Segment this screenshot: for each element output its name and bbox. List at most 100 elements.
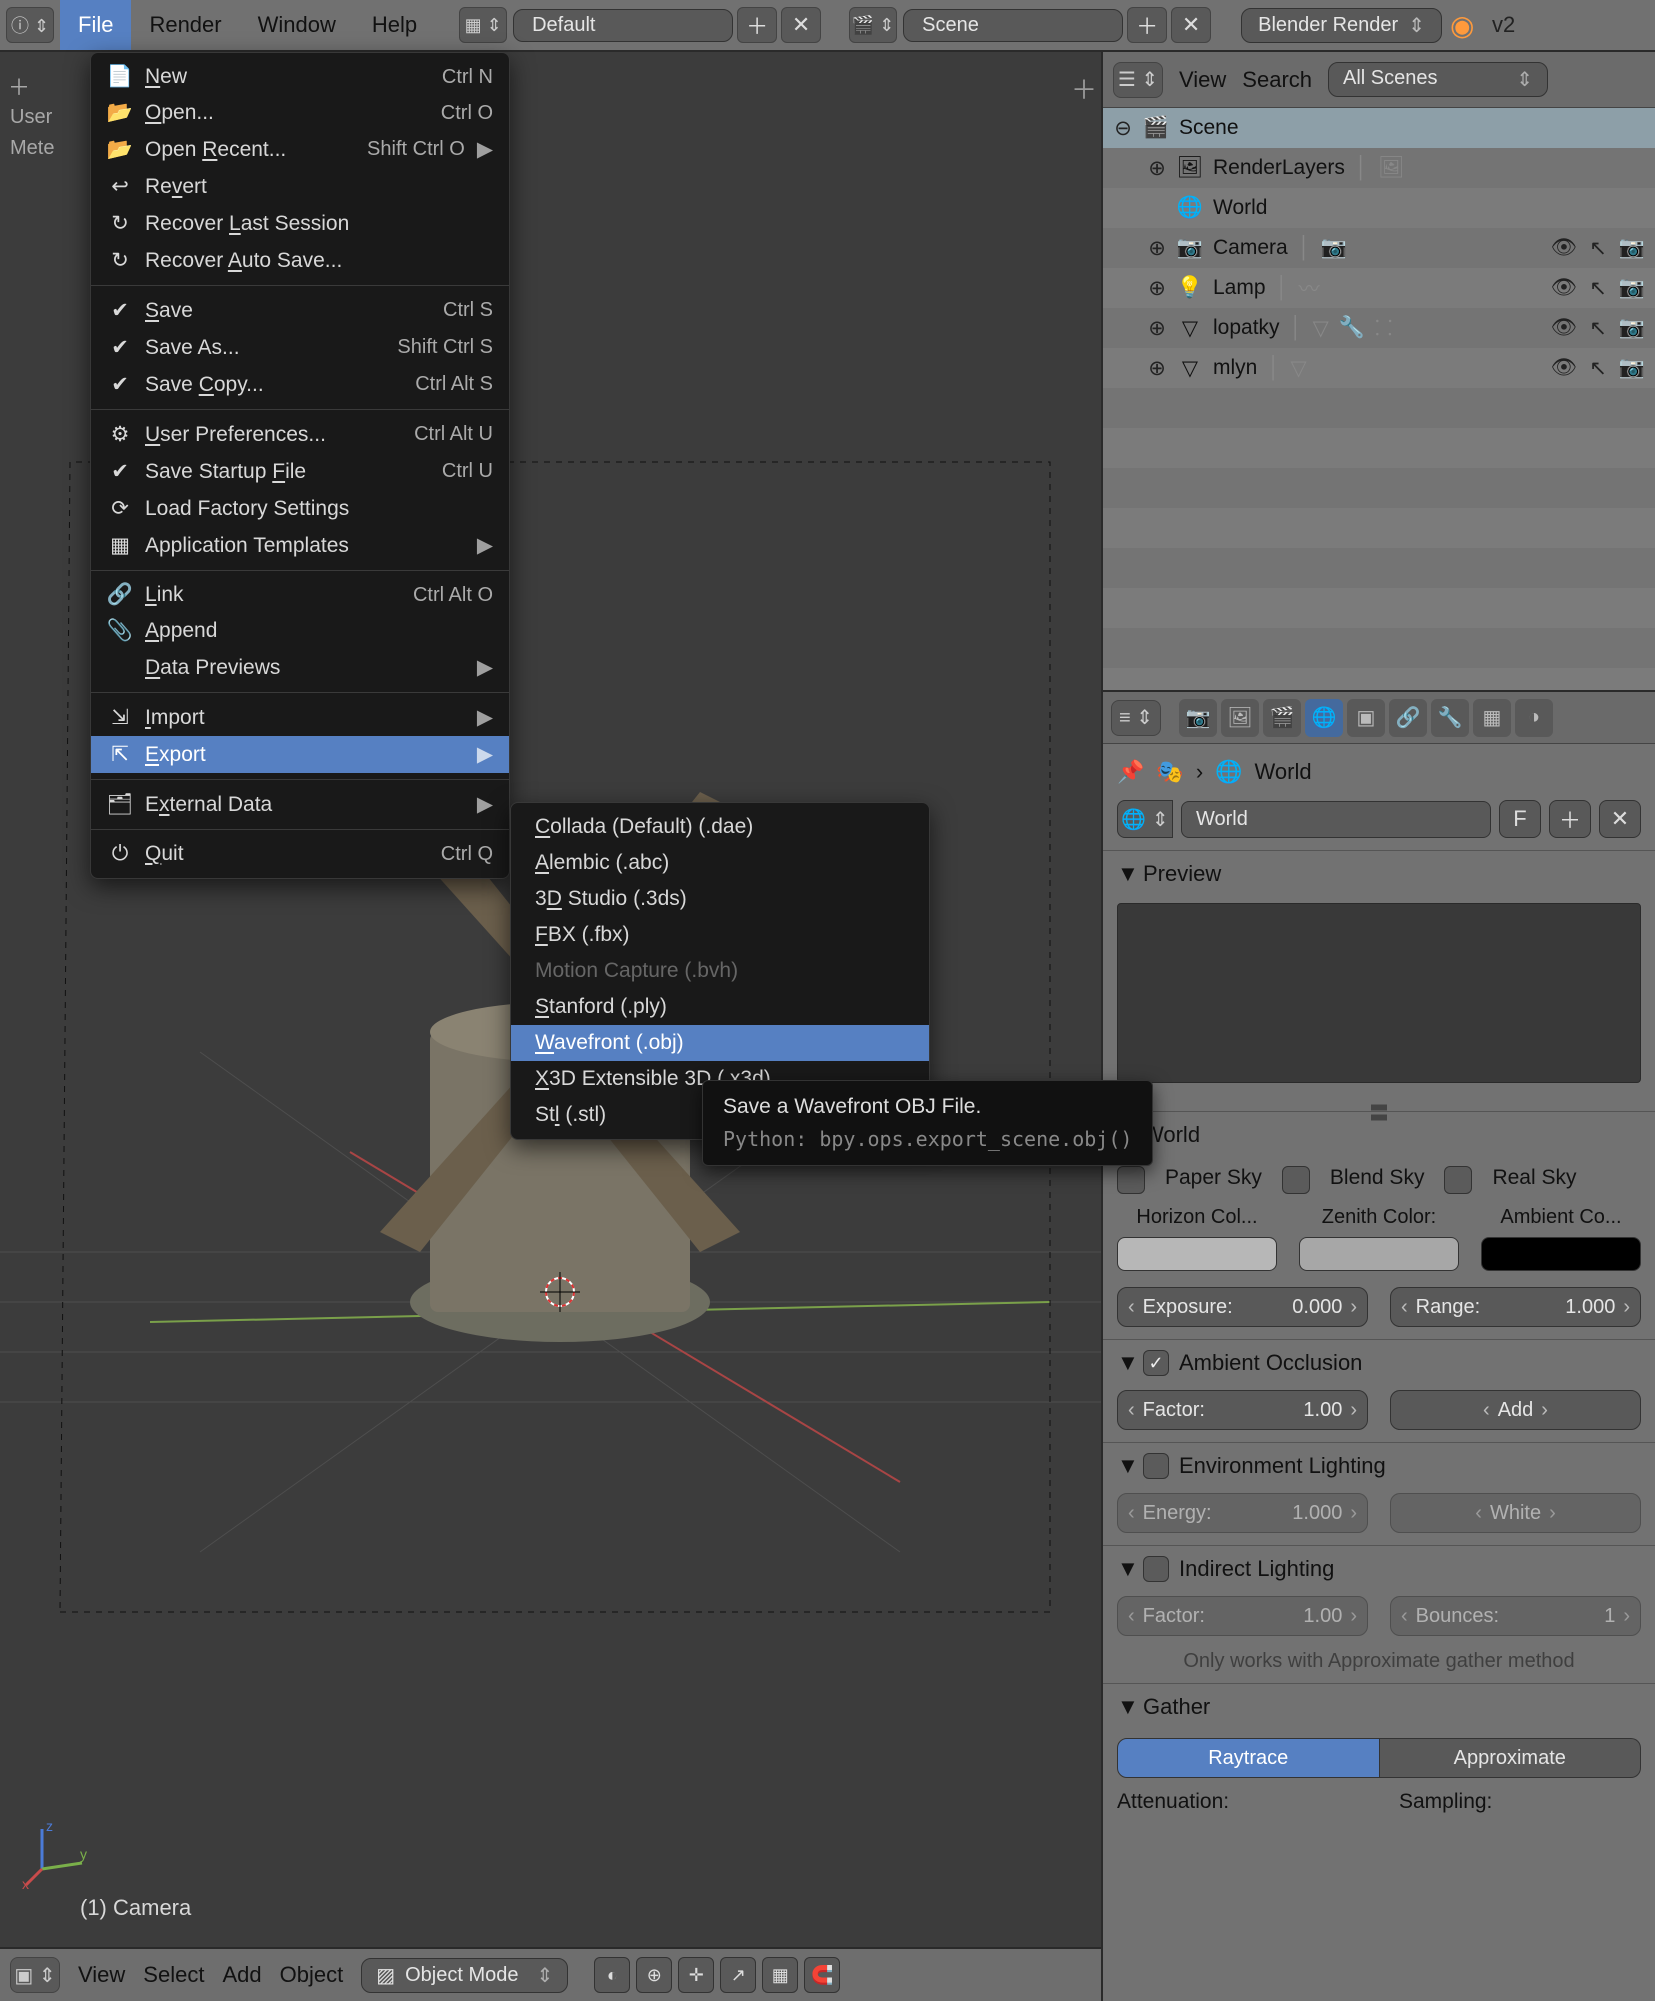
- info-header-icon[interactable]: ⓘ ⇕: [6, 7, 54, 43]
- file-menu-item[interactable]: 📂Open Recent...Shift Ctrl O▶: [91, 131, 509, 168]
- tab-render-layers-icon[interactable]: 🖼: [1221, 699, 1259, 737]
- tab-scene-icon[interactable]: 🎬: [1263, 699, 1301, 737]
- disclosure-icon[interactable]: ⊕: [1147, 236, 1167, 261]
- layout-add-button[interactable]: ＋: [737, 7, 777, 43]
- eye-icon[interactable]: 👁: [1551, 316, 1578, 341]
- scene-browse-icon[interactable]: 🎬 ⇕: [849, 7, 897, 43]
- render-toggle-icon[interactable]: 📷: [1619, 316, 1645, 341]
- eye-icon[interactable]: 👁: [1551, 276, 1578, 301]
- footer-menu-select[interactable]: Select: [143, 1962, 204, 1988]
- file-menu-item[interactable]: ↻Recover Last Session: [91, 205, 509, 242]
- outliner-row[interactable]: ⊕📷Camera │ 📷👁↖📷: [1103, 228, 1655, 268]
- manipulator-icon[interactable]: ↗: [720, 1957, 756, 1993]
- fake-user-button[interactable]: F: [1499, 800, 1541, 838]
- horizon-color-swatch[interactable]: [1117, 1237, 1277, 1271]
- shading-solid-icon[interactable]: ◐: [594, 1957, 630, 1993]
- disclosure-icon[interactable]: ⊖: [1113, 116, 1133, 141]
- world-add-button[interactable]: ＋: [1549, 800, 1591, 838]
- scene-name[interactable]: Scene: [903, 9, 1123, 42]
- pivot-icon[interactable]: ⊕: [636, 1957, 672, 1993]
- exposure-field[interactable]: Exposure:0.000: [1117, 1287, 1368, 1327]
- outliner-row[interactable]: ⊕💡Lamp │ 〰👁↖📷: [1103, 268, 1655, 308]
- file-menu-item[interactable]: ↩Revert: [91, 168, 509, 205]
- env-energy-field[interactable]: Energy:1.000: [1117, 1493, 1368, 1533]
- layout-browse-icon[interactable]: ▦ ⇕: [459, 7, 507, 43]
- outliner-row[interactable]: ⊕▽lopatky │ ▽ 🔧 ⸬👁↖📷: [1103, 308, 1655, 348]
- cursor-select-icon[interactable]: ↖: [1589, 236, 1607, 261]
- file-menu-item[interactable]: 📄NewCtrl N: [91, 59, 509, 95]
- file-menu-item[interactable]: ⇱Export▶: [91, 736, 509, 773]
- panel-preview-header[interactable]: ▼Preview: [1103, 851, 1655, 897]
- disclosure-icon[interactable]: ⊕: [1147, 156, 1167, 181]
- file-menu-item[interactable]: 🗂External Data▶: [91, 786, 509, 823]
- env-enable-checkbox[interactable]: [1143, 1453, 1169, 1479]
- file-menu-item[interactable]: 🔗LinkCtrl Alt O: [91, 577, 509, 613]
- tab-mete[interactable]: Mete: [0, 133, 64, 164]
- menu-help[interactable]: Help: [354, 0, 435, 50]
- ao-enable-checkbox[interactable]: ✓: [1143, 1350, 1169, 1376]
- viewport-add-region-icon[interactable]: ＋: [1071, 70, 1097, 107]
- outliner-view-menu[interactable]: View: [1179, 67, 1226, 93]
- tab-user[interactable]: User: [0, 102, 64, 133]
- footer-menu-object[interactable]: Object: [280, 1962, 344, 1988]
- ao-mode-dropdown[interactable]: Add: [1390, 1390, 1641, 1430]
- paper-sky-checkbox[interactable]: [1117, 1166, 1145, 1194]
- cursor-select-icon[interactable]: ↖: [1589, 276, 1607, 301]
- gather-raytrace-button[interactable]: Raytrace: [1117, 1738, 1380, 1778]
- ambient-color-swatch[interactable]: [1481, 1237, 1641, 1271]
- file-menu-item[interactable]: 📎Append: [91, 613, 509, 649]
- export-menu-item[interactable]: Wavefront (.obj): [511, 1025, 929, 1061]
- menu-render[interactable]: Render: [131, 0, 239, 50]
- indirect-factor-field[interactable]: Factor:1.00: [1117, 1596, 1368, 1636]
- eye-icon[interactable]: 👁: [1551, 236, 1578, 261]
- export-menu-item[interactable]: FBX (.fbx): [511, 917, 929, 953]
- ao-factor-field[interactable]: Factor:1.00: [1117, 1390, 1368, 1430]
- render-toggle-icon[interactable]: 📷: [1619, 356, 1645, 381]
- file-menu-item[interactable]: ⚙User Preferences...Ctrl Alt U: [91, 416, 509, 453]
- tab-object-icon[interactable]: ▣: [1347, 699, 1385, 737]
- outliner-search-menu[interactable]: Search: [1242, 67, 1312, 93]
- outliner-row[interactable]: ⊕🖼RenderLayers │ 🖼: [1103, 148, 1655, 188]
- mode-dropdown[interactable]: ▨ Object Mode: [361, 1958, 568, 1993]
- indirect-bounces-field[interactable]: Bounces:1: [1390, 1596, 1641, 1636]
- disclosure-icon[interactable]: ⊕: [1147, 356, 1167, 381]
- outliner-editor-icon[interactable]: ☰ ⇕: [1113, 62, 1163, 98]
- file-menu-item[interactable]: ▦Application Templates▶: [91, 527, 509, 564]
- file-menu-item[interactable]: 📂Open...Ctrl O: [91, 95, 509, 131]
- file-menu-item[interactable]: Data Previews▶: [91, 649, 509, 686]
- export-menu-item[interactable]: Collada (Default) (.dae): [511, 809, 929, 845]
- export-menu-item[interactable]: 3D Studio (.3ds): [511, 881, 929, 917]
- blend-sky-checkbox[interactable]: [1282, 1166, 1310, 1194]
- tab-constraints-icon[interactable]: 🔗: [1389, 699, 1427, 737]
- properties-editor-icon[interactable]: ≡ ⇕: [1111, 700, 1161, 736]
- file-menu-item[interactable]: ⏻QuitCtrl Q: [91, 836, 509, 872]
- world-name-field[interactable]: World: [1181, 801, 1491, 838]
- render-toggle-icon[interactable]: 📷: [1619, 236, 1645, 261]
- tab-data-icon[interactable]: ▦: [1473, 699, 1511, 737]
- outliner-tree[interactable]: ⊖🎬Scene ⊕🖼RenderLayers │ 🖼🌐World ⊕📷Camer…: [1103, 108, 1655, 690]
- snap-icon[interactable]: 🧲: [804, 1957, 840, 1993]
- scene-delete-button[interactable]: ✕: [1171, 7, 1211, 43]
- panel-world-header[interactable]: ▼World: [1103, 1112, 1655, 1158]
- outliner-row[interactable]: ⊕▽mlyn │ ▽👁↖📷: [1103, 348, 1655, 388]
- layers-icon[interactable]: ▦: [762, 1957, 798, 1993]
- panel-env-header[interactable]: ▼Environment Lighting: [1103, 1443, 1655, 1489]
- tab-material-icon[interactable]: ◑: [1515, 699, 1553, 737]
- tab-add-icon[interactable]: ＋: [8, 70, 64, 102]
- render-engine-dropdown[interactable]: Blender Render: [1241, 8, 1442, 43]
- layout-delete-button[interactable]: ✕: [781, 7, 821, 43]
- menu-window[interactable]: Window: [240, 0, 354, 50]
- scene-add-button[interactable]: ＋: [1127, 7, 1167, 43]
- export-menu-item[interactable]: Stanford (.ply): [511, 989, 929, 1025]
- file-menu-item[interactable]: ✔Save As...Shift Ctrl S: [91, 329, 509, 366]
- range-field[interactable]: Range:1.000: [1390, 1287, 1641, 1327]
- real-sky-checkbox[interactable]: [1444, 1166, 1472, 1194]
- zenith-color-swatch[interactable]: [1299, 1237, 1459, 1271]
- outliner-row[interactable]: ⊖🎬Scene: [1103, 108, 1655, 148]
- file-menu-item[interactable]: ⇲Import▶: [91, 699, 509, 736]
- gather-approximate-button[interactable]: Approximate: [1380, 1738, 1642, 1778]
- footer-menu-add[interactable]: Add: [222, 1962, 261, 1988]
- file-menu-item[interactable]: ✔Save Copy...Ctrl Alt S: [91, 366, 509, 403]
- panel-ao-header[interactable]: ▼✓Ambient Occlusion: [1103, 1340, 1655, 1386]
- file-menu-item[interactable]: ✔SaveCtrl S: [91, 292, 509, 329]
